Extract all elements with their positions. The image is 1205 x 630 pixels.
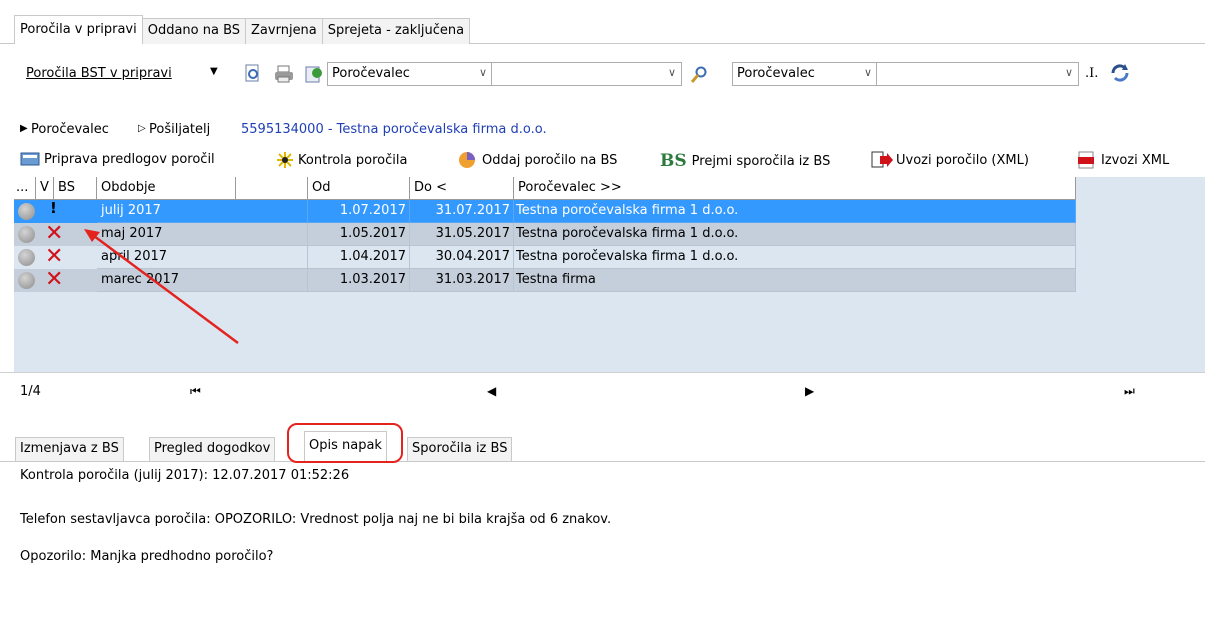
view-selector[interactable]: Poročila BST v pripravi	[26, 66, 172, 81]
refresh-icon[interactable]	[1109, 62, 1131, 84]
error-x-icon: ✕	[45, 221, 64, 246]
tab-pregled-dogodkov[interactable]: Pregled dogodkov	[149, 437, 276, 461]
priprava-label: Priprava predlogov poročil	[44, 151, 215, 167]
prejmi-button[interactable]: BS Prejmi sporočila iz BS	[660, 151, 830, 171]
column-header-do[interactable]: Do <	[410, 177, 514, 200]
column-header-menu[interactable]: ...	[14, 177, 36, 200]
tab-sporocila[interactable]: Sporočila iz BS	[407, 437, 513, 461]
annotation-arrow	[84, 229, 239, 345]
print-icon[interactable]	[274, 65, 294, 83]
message-line: Kontrola poročila (julij 2017): 12.07.20…	[20, 468, 350, 483]
column-header-spacer	[236, 177, 308, 200]
cell-porocevalec: Testna poročevalska firma 1 d.o.o.	[514, 200, 1076, 223]
status-dot-icon	[18, 272, 35, 289]
bs-icon: BS	[660, 151, 687, 171]
cell-od: 1.05.2017	[308, 223, 410, 246]
status-dot-icon	[18, 203, 35, 220]
chevron-down-icon: ∨	[863, 66, 872, 79]
preview-icon[interactable]	[244, 64, 262, 84]
pie-icon	[459, 152, 475, 168]
column-header-bs[interactable]: BS	[54, 177, 97, 200]
expand-arrow-outline-icon[interactable]: ▷	[138, 123, 146, 134]
error-x-icon: ✕	[45, 267, 64, 292]
highlight-circle	[287, 423, 403, 463]
first-page-icon[interactable]: ⏮	[190, 384, 201, 399]
cell-do: 31.07.2017	[410, 200, 514, 223]
cell-porocevalec: Testna firma	[514, 269, 1076, 292]
prev-page-icon[interactable]: ◀	[487, 384, 496, 398]
kontrola-label: Kontrola poročila	[298, 152, 408, 168]
expand-arrow-icon[interactable]: ▶	[20, 123, 28, 134]
filter1-value-input[interactable]: ∨	[491, 62, 682, 86]
tab-izmenjava[interactable]: Izmenjava z BS	[15, 437, 124, 461]
chevron-down-icon: ∨	[478, 66, 487, 79]
priprava-button[interactable]: Priprava predlogov poročil	[20, 151, 215, 167]
filter2-field-label: Poročevalec	[737, 66, 815, 81]
izvozi-button[interactable]: Izvozi XML	[1077, 151, 1169, 169]
cell-od: 1.03.2017	[308, 269, 410, 292]
cell-porocevalec: Testna poročevalska firma 1 d.o.o.	[514, 223, 1076, 246]
column-header-od[interactable]: Od	[308, 177, 410, 200]
top-tab-bar: Poročila v pripravi Oddano na BS Zavrnje…	[14, 15, 471, 44]
tab-oddano[interactable]: Oddano na BS	[141, 18, 247, 44]
chevron-down-icon: ∨	[667, 66, 676, 79]
tab-v-pripravi[interactable]: Poročila v pripravi	[14, 15, 143, 44]
chevron-down-icon: ∨	[1064, 66, 1073, 79]
dropdown-arrow-icon[interactable]: ▼	[210, 66, 218, 77]
error-x-icon: ✕	[45, 244, 64, 269]
pager-position: 1/4	[20, 384, 41, 399]
warning-icon: !	[50, 199, 57, 217]
breadcrumb-porocevalec[interactable]: Poročevalec	[31, 122, 109, 137]
sparkle-icon	[277, 152, 293, 168]
bottom-tab-line	[0, 461, 1205, 462]
import-icon	[871, 151, 893, 168]
oddaj-label: Oddaj poročilo na BS	[482, 152, 618, 168]
filter2-value-input[interactable]: ∨	[876, 62, 1079, 86]
column-header-obdobje[interactable]: Obdobje	[97, 177, 236, 200]
last-page-icon[interactable]: ⏭	[1124, 384, 1135, 399]
uvozi-label: Uvozi poročilo (XML)	[896, 152, 1029, 168]
oddaj-button[interactable]: Oddaj poročilo na BS	[458, 151, 617, 169]
status-dot-icon	[18, 249, 35, 266]
filter1-field-select[interactable]: Poročevalec ∨	[327, 62, 493, 86]
tab-zavrnjena[interactable]: Zavrnjena	[245, 18, 323, 44]
column-header-porocevalec[interactable]: Poročevalec >>	[514, 177, 1076, 200]
filter1-field-label: Poročevalec	[332, 66, 410, 81]
uvozi-button[interactable]: Uvozi poročilo (XML)	[871, 151, 1029, 169]
dot-label[interactable]: .I.	[1085, 66, 1098, 81]
cell-do: 30.04.2017	[410, 246, 514, 269]
message-line: Opozorilo: Manjka predhodno poročilo?	[20, 549, 274, 564]
next-page-icon[interactable]: ▶	[805, 384, 814, 398]
breadcrumb-posiljatelj[interactable]: Pošiljatelj	[149, 122, 210, 137]
cell-do: 31.05.2017	[410, 223, 514, 246]
xml-icon	[1078, 151, 1094, 169]
cell-od: 1.04.2017	[308, 246, 410, 269]
cell-porocevalec: Testna poročevalska firma 1 d.o.o.	[514, 246, 1076, 269]
filter2-field-select[interactable]: Poročevalec ∨	[732, 62, 878, 86]
column-header-v[interactable]: V	[36, 177, 54, 200]
tab-sprejeta[interactable]: Sprejeta - zaključena	[321, 18, 471, 44]
kontrola-button[interactable]: Kontrola poročila	[275, 151, 407, 169]
cell-od: 1.07.2017	[308, 200, 410, 223]
cell-do: 31.03.2017	[410, 269, 514, 292]
izvozi-label: Izvozi XML	[1101, 152, 1170, 168]
pager-divider	[0, 372, 1205, 373]
export-icon[interactable]	[304, 64, 324, 84]
message-line: Telefon sestavljavca poročila: OPOZORILO…	[20, 512, 612, 527]
status-dot-icon	[18, 226, 35, 243]
calculator-icon	[20, 152, 40, 166]
prejmi-label: Prejmi sporočila iz BS	[691, 153, 831, 169]
search-icon[interactable]	[690, 66, 708, 84]
entity-link[interactable]: 5595134000 - Testna poročevalska firma d…	[241, 122, 547, 137]
